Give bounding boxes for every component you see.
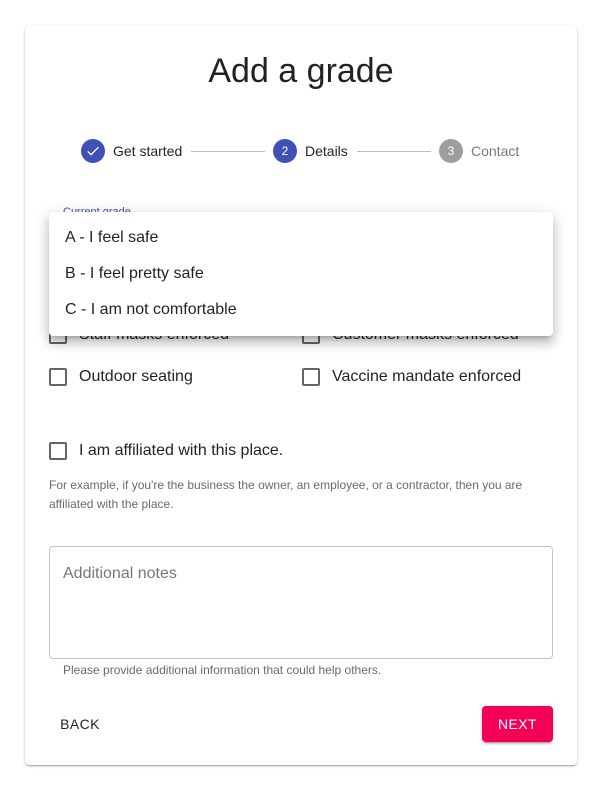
grade-dropdown-menu: A - I feel safe B - I feel pretty safe C…	[49, 212, 553, 336]
affiliated-checkbox[interactable]: I am affiliated with this place.	[49, 442, 283, 460]
step-connector	[357, 151, 431, 152]
step-get-started: Get started	[81, 138, 182, 164]
grade-option-c[interactable]: C - I am not comfortable	[49, 292, 553, 328]
grade-option-a[interactable]: A - I feel safe	[49, 220, 553, 256]
additional-notes-field[interactable]: Additional notes	[49, 546, 553, 659]
step-completed-circle	[81, 139, 105, 163]
notes-placeholder: Additional notes	[63, 565, 177, 582]
stepper: Get started 2 Details 3 Contact	[25, 138, 577, 164]
step-label: Get started	[113, 143, 183, 159]
step-number-circle: 3	[439, 139, 463, 163]
checkbox-label: I am affiliated with this place.	[79, 442, 284, 459]
checkbox-box[interactable]	[49, 442, 67, 460]
step-details: 2 Details	[273, 138, 348, 164]
check-icon	[87, 146, 99, 156]
next-button[interactable]: NEXT	[482, 706, 553, 742]
page-title: Add a grade	[208, 52, 394, 90]
step-connector	[191, 151, 265, 152]
checkbox-box[interactable]	[302, 368, 320, 386]
checkbox-box[interactable]	[49, 368, 67, 386]
back-button[interactable]: BACK	[49, 706, 111, 742]
step-number-circle: 2	[273, 139, 297, 163]
outdoor-seating-checkbox[interactable]: Outdoor seating	[49, 368, 193, 386]
notes-helper-text: Please provide additional information th…	[63, 663, 382, 677]
step-label: Contact	[471, 143, 520, 159]
grade-option-b[interactable]: B - I feel pretty safe	[49, 256, 553, 292]
checkbox-label: Vaccine mandate enforced	[332, 368, 522, 385]
checkbox-label: Outdoor seating	[79, 368, 193, 385]
step-contact: 3 Contact	[439, 138, 519, 164]
affiliation-helper-text: For example, if you're the business the …	[49, 478, 523, 511]
step-label: Details	[305, 143, 348, 159]
add-grade-card: Add a grade Get started 2 Details 3 Cont…	[25, 26, 577, 765]
vaccine-mandate-checkbox[interactable]: Vaccine mandate enforced	[302, 368, 521, 386]
